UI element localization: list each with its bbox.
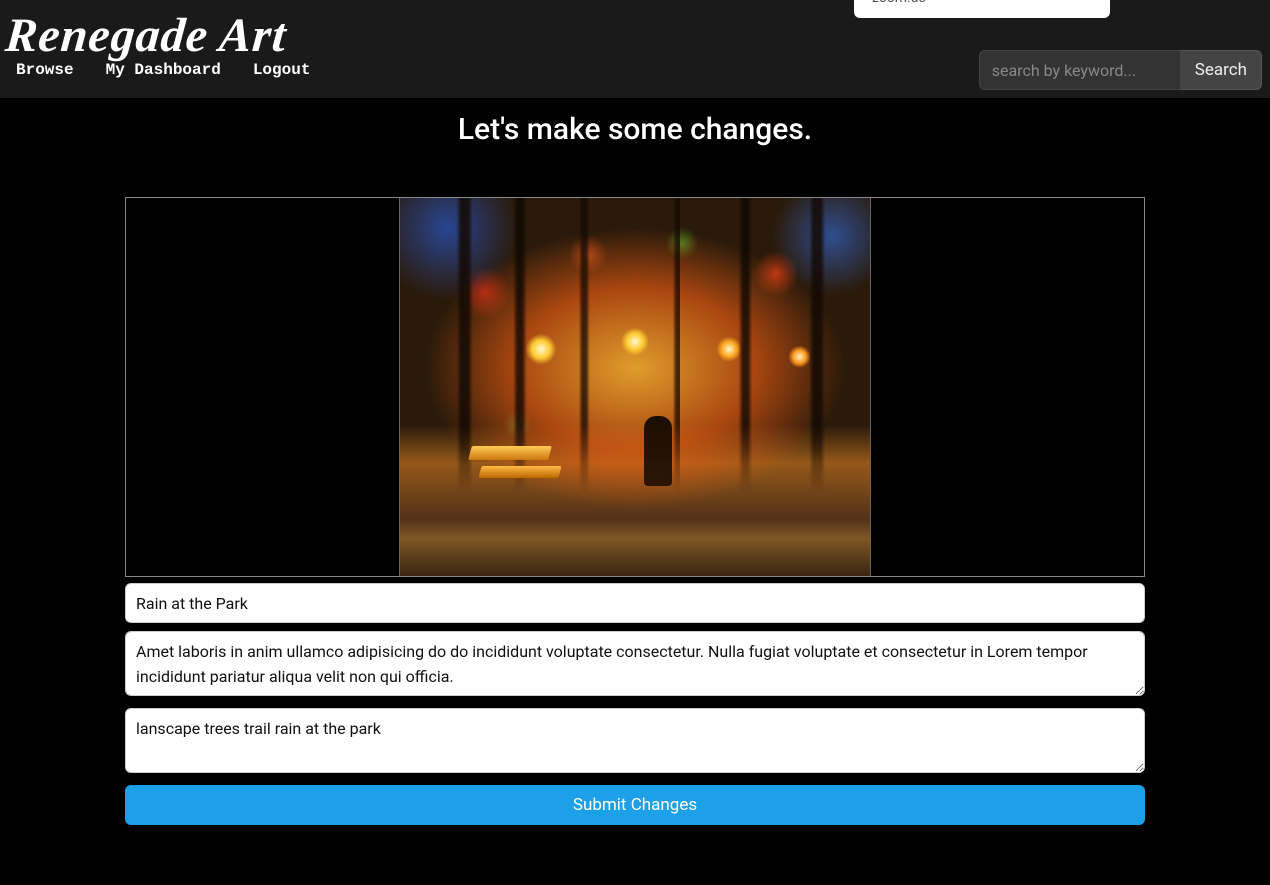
artwork-preview-box xyxy=(125,197,1145,577)
description-textarea[interactable] xyxy=(125,631,1145,696)
header: Renegade Art zoom.us Browse My Dashboard… xyxy=(0,0,1270,98)
figure-shape xyxy=(644,416,672,486)
title-input[interactable] xyxy=(125,583,1145,623)
nav-my-dashboard[interactable]: My Dashboard xyxy=(106,61,221,79)
logo[interactable]: Renegade Art xyxy=(0,0,296,63)
top-system-box: zoom.us xyxy=(854,0,1110,18)
page-title: Let's make some changes. xyxy=(0,98,1270,197)
tags-textarea[interactable] xyxy=(125,708,1145,773)
search-group: Search xyxy=(979,50,1262,90)
nav-browse[interactable]: Browse xyxy=(16,61,74,79)
bench-shape xyxy=(470,446,560,496)
submit-changes-button[interactable]: Submit Changes xyxy=(125,785,1145,825)
search-input[interactable] xyxy=(979,50,1181,90)
nav-logout[interactable]: Logout xyxy=(253,61,311,79)
edit-form: Submit Changes xyxy=(125,197,1145,825)
top-system-text: zoom.us xyxy=(872,0,926,6)
search-button[interactable]: Search xyxy=(1181,50,1262,90)
artwork-image xyxy=(399,198,871,576)
